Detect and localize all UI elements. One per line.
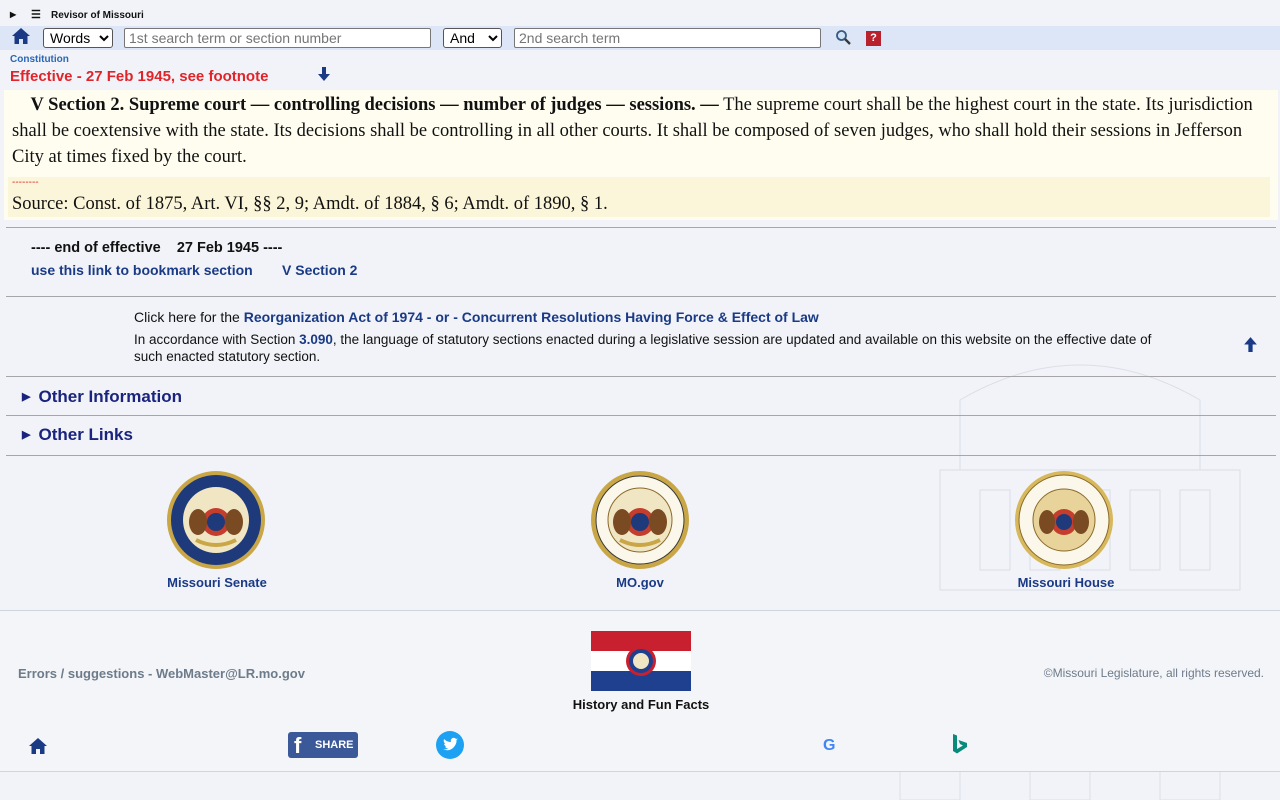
bing-icon[interactable] bbox=[951, 733, 969, 755]
expand-triangle-icon: ▶ bbox=[22, 391, 31, 403]
missouri-house-seal-icon[interactable] bbox=[1014, 470, 1114, 570]
mo-gov-link[interactable]: MO.gov bbox=[540, 575, 740, 590]
source-box: -------- Source: Const. of 1875, Art. VI… bbox=[8, 177, 1270, 217]
search-icon[interactable] bbox=[835, 29, 851, 45]
section-text: V Section 2. Supreme court — controlling… bbox=[12, 92, 1262, 170]
bookmark-link[interactable]: use this link to bookmark section bbox=[31, 262, 253, 278]
search-operator-select[interactable]: And bbox=[443, 28, 502, 48]
other-information-toggle[interactable]: ▶ Other Information bbox=[22, 387, 182, 407]
divider bbox=[6, 376, 1276, 377]
search-bar: Words And ? bbox=[0, 26, 1280, 50]
section-heading: V Section 2. Supreme court — controlling… bbox=[30, 95, 719, 115]
home-icon[interactable] bbox=[11, 26, 31, 46]
top-bar: ▶ ☰ Revisor of Missouri bbox=[0, 6, 1280, 26]
end-of-effective: ---- end of effective 27 Feb 1945 ---- bbox=[31, 240, 283, 256]
other-links-toggle[interactable]: ▶ Other Links bbox=[22, 425, 133, 445]
great-seal-missouri-icon[interactable] bbox=[590, 470, 690, 570]
copyright: ©Missouri Legislature, all rights reserv… bbox=[1043, 666, 1264, 680]
webmaster-contact-link[interactable]: Errors / suggestions - WebMaster@LR.mo.g… bbox=[18, 666, 305, 681]
search-mode-select[interactable]: Words bbox=[43, 28, 113, 48]
breadcrumb[interactable]: Constitution bbox=[10, 54, 69, 65]
section-text-box: V Section 2. Supreme court — controlling… bbox=[4, 90, 1278, 220]
reorg-prefix: Click here for the bbox=[134, 309, 244, 325]
footnote-divider: -------- bbox=[12, 177, 39, 188]
reorg-link[interactable]: Reorganization Act of 1974 - or - Concur… bbox=[244, 309, 819, 325]
footer: Errors / suggestions - WebMaster@LR.mo.g… bbox=[0, 610, 1280, 772]
arrow-down-icon[interactable] bbox=[316, 66, 332, 82]
expand-triangle-icon: ▶ bbox=[22, 429, 31, 441]
bookmark-section-link[interactable]: V Section 2 bbox=[282, 262, 357, 278]
facebook-icon: f bbox=[294, 733, 302, 758]
other-information-label: Other Information bbox=[38, 387, 183, 406]
search-term-1-input[interactable] bbox=[124, 28, 431, 48]
effective-date-notice[interactable]: Effective - 27 Feb 1945, see footnote bbox=[10, 68, 268, 85]
section-source: Source: Const. of 1875, Art. VI, §§ 2, 9… bbox=[12, 194, 608, 214]
missouri-senate-seal-icon[interactable] bbox=[166, 470, 266, 570]
section-3090-link[interactable]: 3.090 bbox=[299, 332, 333, 347]
share-label: SHARE bbox=[315, 739, 354, 751]
facebook-share-button[interactable]: f SHARE bbox=[288, 732, 358, 758]
reorg-notice: Click here for the Reorganization Act of… bbox=[134, 309, 819, 325]
accordance-notice: In accordance with Section 3.090, the la… bbox=[134, 331, 1164, 365]
google-icon[interactable]: G bbox=[823, 737, 835, 755]
divider bbox=[6, 415, 1276, 416]
menu-icon[interactable]: ☰ bbox=[31, 8, 41, 21]
accordance-prefix: In accordance with Section bbox=[134, 332, 300, 347]
twitter-icon[interactable] bbox=[436, 731, 464, 759]
search-term-2-input[interactable] bbox=[514, 28, 821, 48]
arrow-up-icon[interactable] bbox=[1242, 336, 1259, 353]
help-icon[interactable]: ? bbox=[866, 31, 881, 46]
site-title: Revisor of Missouri bbox=[51, 10, 144, 21]
missouri-house-link[interactable]: Missouri House bbox=[966, 575, 1166, 590]
expand-triangle-icon[interactable]: ▶ bbox=[10, 10, 16, 19]
divider bbox=[6, 296, 1276, 297]
history-fun-facts-link[interactable]: History and Fun Facts bbox=[540, 697, 742, 712]
divider bbox=[6, 227, 1276, 228]
divider bbox=[6, 455, 1276, 456]
home-icon[interactable] bbox=[28, 736, 48, 756]
missouri-senate-link[interactable]: Missouri Senate bbox=[117, 575, 317, 590]
missouri-flag-icon[interactable] bbox=[591, 631, 691, 691]
other-links-label: Other Links bbox=[38, 425, 133, 444]
